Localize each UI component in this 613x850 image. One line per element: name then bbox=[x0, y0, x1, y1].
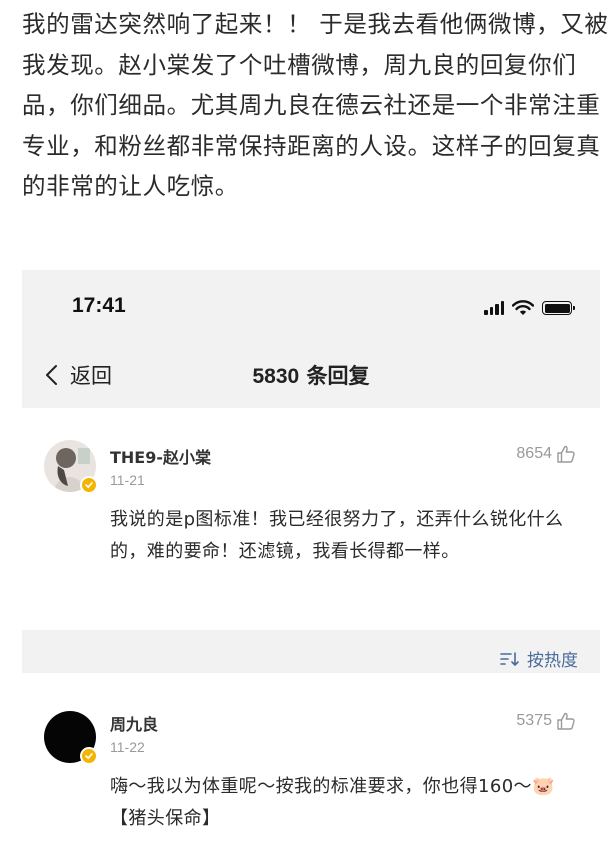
status-bar: 17:41 bbox=[22, 270, 600, 342]
reply-count-suffix: 条回复 bbox=[299, 364, 370, 388]
comment-date: 11-21 bbox=[110, 472, 145, 488]
verified-badge-icon bbox=[80, 476, 98, 494]
wifi-icon bbox=[512, 300, 534, 315]
thumbs-up-icon bbox=[557, 445, 575, 463]
reply-count: 5830 bbox=[252, 365, 300, 388]
status-icons bbox=[484, 300, 575, 316]
battery-icon bbox=[542, 301, 575, 315]
comment-card: THE9-赵小棠 11-21 8654 我说的是p图标准！我已经很努力了，还弄什… bbox=[22, 408, 600, 630]
comment-card: 周九良 11-22 5375 嗨～我以为体重呢～按我的标准要求，你也得160～🐷… bbox=[22, 673, 600, 850]
sort-label: 按热度 bbox=[527, 651, 578, 671]
like-button[interactable]: 5375 bbox=[516, 711, 576, 731]
like-button[interactable]: 8654 bbox=[516, 444, 576, 464]
comment-text: 我说的是p图标准！我已经很努力了，还弄什么锐化什么的，难的要命！还滤镜，我看长得… bbox=[110, 509, 564, 562]
like-count: 5375 bbox=[516, 712, 552, 729]
avatar[interactable] bbox=[44, 440, 98, 494]
avatar[interactable] bbox=[44, 711, 98, 765]
phone-screenshot: 17:41 返回 5830 条回复 THE9-赵小棠 11-21 8654 我说… bbox=[22, 270, 600, 850]
sort-icon bbox=[500, 651, 519, 666]
cellular-signal-icon bbox=[484, 301, 504, 315]
sort-by-hot-button[interactable]: 按热度 bbox=[499, 646, 578, 671]
thumbs-up-icon bbox=[557, 712, 575, 730]
status-time: 17:41 bbox=[72, 294, 126, 317]
article-paragraph: 我的雷达突然响了起来！！ 于是我去看他俩微博，又被我发现。赵小棠发了个吐槽微博，… bbox=[22, 10, 609, 200]
comment-username[interactable]: 周九良 bbox=[110, 711, 158, 735]
comment-date: 11-22 bbox=[110, 739, 145, 755]
nav-bar: 返回 5830 条回复 bbox=[22, 346, 600, 406]
page-title: 5830 条回复 bbox=[22, 360, 600, 390]
verified-badge-icon bbox=[80, 747, 98, 765]
comment-username[interactable]: THE9-赵小棠 bbox=[110, 444, 211, 468]
like-count: 8654 bbox=[516, 445, 552, 462]
comment-text: 嗨～我以为体重呢～按我的标准要求，你也得160～🐷【猪头保命】 bbox=[110, 776, 555, 829]
sort-bar: 按热度 bbox=[22, 640, 600, 671]
